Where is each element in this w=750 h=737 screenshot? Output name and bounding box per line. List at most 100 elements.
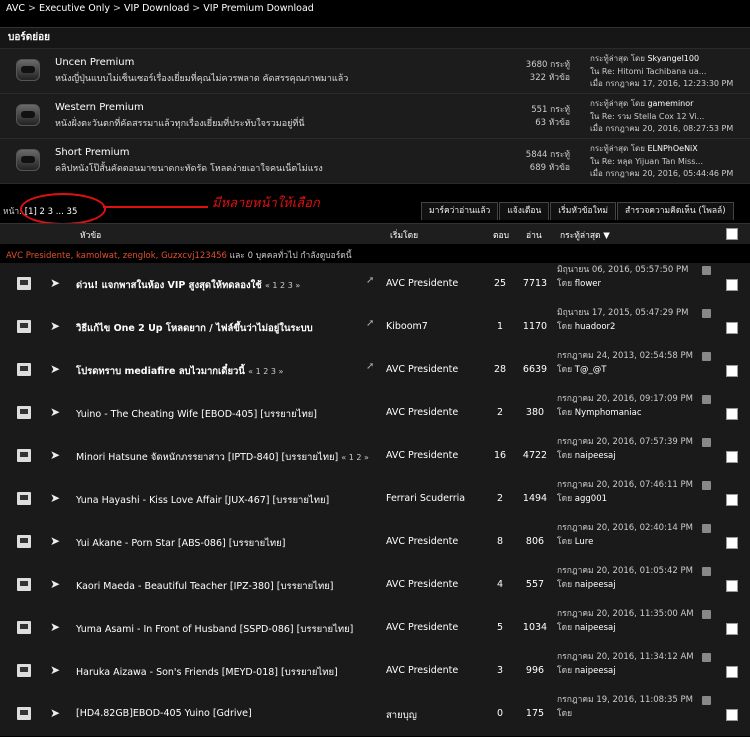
topic-pages[interactable]: « 1 2 3 » bbox=[248, 367, 283, 376]
last-post-user[interactable]: Skyangel100 bbox=[647, 54, 699, 63]
last-post-user[interactable]: naipeesaj bbox=[575, 623, 616, 633]
last-post-link-icon[interactable] bbox=[702, 266, 711, 275]
last-post-user[interactable]: agg001 bbox=[575, 494, 607, 504]
topic-title[interactable]: Yuino - The Cheating Wife [EBOD-405] [บร… bbox=[76, 409, 317, 420]
new-poll-button[interactable]: สำรวจความคิดเห็น (โพลล์) bbox=[617, 202, 734, 220]
annotation-circle bbox=[20, 193, 106, 225]
viewing-user-list[interactable]: AVC Presidente, kamolwat, zenglok, Guzxc… bbox=[6, 251, 227, 261]
topic-starter[interactable]: Ferrari Scuderria bbox=[386, 493, 465, 504]
topic-row[interactable]: ➤ Yui Akane - Porn Star [ABS-086] [บรรยาย… bbox=[0, 521, 750, 565]
topic-row[interactable]: ➤ Yuino - The Cheating Wife [EBOD-405] [บ… bbox=[0, 392, 750, 436]
topic-starter[interactable]: AVC Presidente bbox=[386, 407, 458, 418]
topic-checkbox[interactable] bbox=[726, 666, 738, 678]
topic-title[interactable]: ด่วน! แจกพาสในห้อง VIP สูงสุดให้ทดลองใช้ bbox=[76, 280, 262, 291]
last-post-link-icon[interactable] bbox=[702, 481, 711, 490]
last-post-link-icon[interactable] bbox=[702, 395, 711, 404]
last-post-user[interactable]: huadoor2 bbox=[575, 322, 616, 332]
last-post-link-icon[interactable] bbox=[702, 696, 711, 705]
topic-starter[interactable]: สายบุญ bbox=[386, 708, 417, 723]
topic-checkbox[interactable] bbox=[726, 537, 738, 549]
topic-starter[interactable]: Kiboom7 bbox=[386, 321, 428, 332]
topic-pages[interactable]: « 1 2 3 » bbox=[265, 281, 300, 290]
topic-title[interactable]: วิธีแก้ไข One 2 Up โหลดยาก / ไฟล์ขึ้นว่า… bbox=[76, 323, 313, 334]
topic-checkbox[interactable] bbox=[726, 580, 738, 592]
select-all-checkbox[interactable] bbox=[726, 228, 738, 240]
breadcrumb-link[interactable]: AVC bbox=[6, 3, 25, 14]
last-post-topic[interactable]: ใน Re: หลุด Yijuan Tan Miss... bbox=[590, 156, 733, 169]
last-post-link-icon[interactable] bbox=[702, 567, 711, 576]
col-replies[interactable]: ตอบ bbox=[493, 228, 509, 242]
topic-checkbox[interactable] bbox=[726, 709, 738, 721]
last-post-topic[interactable]: ใน Re: รวม Stella Cox 12 Vi... bbox=[590, 111, 733, 124]
last-post-by: โดย huadoor2 bbox=[557, 321, 712, 335]
col-views[interactable]: อ่าน bbox=[526, 228, 542, 242]
topic-starter[interactable]: AVC Presidente bbox=[386, 665, 458, 676]
last-post-user[interactable]: Lure bbox=[575, 537, 594, 547]
topic-title[interactable]: Yuna Hayashi - Kiss Love Affair [JUX-467… bbox=[76, 495, 329, 506]
last-post-user[interactable]: Nymphomaniac bbox=[575, 408, 642, 418]
topic-row[interactable]: ➤ [HD4.82GB]EBOD-405 Yuino [Gdrive] สายบุ… bbox=[0, 693, 750, 737]
subforum-name[interactable]: Uncen Premium bbox=[55, 57, 134, 68]
last-post-user[interactable]: naipeesaj bbox=[575, 451, 616, 461]
last-post-link-icon[interactable] bbox=[702, 653, 711, 662]
topic-title[interactable]: Minori Hatsune จัดหนักภรรยาสาว [IPTD-840… bbox=[76, 452, 338, 463]
view-count: 380 bbox=[525, 407, 545, 418]
last-post-link-icon[interactable] bbox=[702, 610, 711, 619]
last-post-user[interactable]: naipeesaj bbox=[575, 580, 616, 590]
mark-read-button[interactable]: มาร์คว่าอ่านแล้ว bbox=[421, 202, 499, 220]
breadcrumb-link[interactable]: VIP Download bbox=[124, 3, 189, 14]
topic-row[interactable]: ➤ โปรดทราบ mediafire ลบไวมากเดี๋ยวนี้ « 1… bbox=[0, 349, 750, 393]
last-post-info: กรกฎาคม 24, 2013, 02:54:58 PM โดย T@_@T bbox=[557, 350, 712, 377]
last-post-user[interactable]: ELNPhOeNiX bbox=[647, 144, 697, 153]
post-count: 551 กระทู้ bbox=[531, 105, 570, 115]
last-post-link-icon[interactable] bbox=[702, 309, 711, 318]
topic-starter[interactable]: AVC Presidente bbox=[386, 364, 458, 375]
topic-checkbox[interactable] bbox=[726, 451, 738, 463]
topic-row[interactable]: ➤ ด่วน! แจกพาสในห้อง VIP สูงสุดให้ทดลองใช… bbox=[0, 263, 750, 307]
breadcrumb-link[interactable]: Executive Only bbox=[39, 3, 110, 14]
notify-button[interactable]: แจ้งเตือน bbox=[499, 202, 550, 220]
topic-starter[interactable]: AVC Presidente bbox=[386, 536, 458, 547]
topic-starter[interactable]: AVC Presidente bbox=[386, 450, 458, 461]
col-subject[interactable]: หัวข้อ bbox=[80, 228, 101, 242]
breadcrumb-link[interactable]: VIP Premium Download bbox=[203, 3, 314, 14]
topic-title[interactable]: Yui Akane - Porn Star [ABS-086] [บรรยายไ… bbox=[76, 538, 285, 549]
subforum-name[interactable]: Short Premium bbox=[55, 147, 130, 158]
topic-title[interactable]: Haruka Aizawa - Son's Friends [MEYD-018]… bbox=[76, 667, 338, 678]
topic-row[interactable]: ➤ Minori Hatsune จัดหนักภรรยาสาว [IPTD-84… bbox=[0, 435, 750, 479]
subforum-desc: หนังญี่ปุ่นแบบไม่เซ็นเซอร์เรื่องเยี่ยมที… bbox=[55, 74, 349, 84]
topic-checkbox[interactable] bbox=[726, 365, 738, 377]
topic-starter[interactable]: AVC Presidente bbox=[386, 579, 458, 590]
topic-checkbox[interactable] bbox=[726, 322, 738, 334]
topic-status-icon bbox=[17, 320, 31, 333]
topic-checkbox[interactable] bbox=[726, 623, 738, 635]
subforum-name[interactable]: Western Premium bbox=[55, 102, 144, 113]
col-last-post[interactable]: กระทู้ล่าสุด ▼ bbox=[560, 228, 610, 242]
last-post-user[interactable]: gameminor bbox=[647, 99, 693, 108]
topic-row[interactable]: ➤ Yuna Hayashi - Kiss Love Affair [JUX-46… bbox=[0, 478, 750, 522]
topic-title[interactable]: Kaori Maeda - Beautiful Teacher [IPZ-380… bbox=[76, 581, 334, 592]
topic-checkbox[interactable] bbox=[726, 279, 738, 291]
topic-starter[interactable]: AVC Presidente bbox=[386, 278, 458, 289]
topic-row[interactable]: ➤ Kaori Maeda - Beautiful Teacher [IPZ-38… bbox=[0, 564, 750, 608]
topic-row[interactable]: ➤ วิธีแก้ไข One 2 Up โหลดยาก / ไฟล์ขึ้นว่… bbox=[0, 306, 750, 350]
last-post-link-icon[interactable] bbox=[702, 524, 711, 533]
last-post-by: โดย naipeesaj bbox=[557, 579, 712, 593]
last-post-user[interactable]: flower bbox=[575, 279, 601, 289]
last-post-link-icon[interactable] bbox=[702, 438, 711, 447]
last-post-user[interactable]: naipeesaj bbox=[575, 666, 616, 676]
topic-row[interactable]: ➤ Yuma Asami - In Front of Husband [SSPD-… bbox=[0, 607, 750, 651]
topic-pages[interactable]: « 1 2 » bbox=[341, 453, 369, 462]
topic-title[interactable]: โปรดทราบ mediafire ลบไวมากเดี๋ยวนี้ bbox=[76, 366, 245, 377]
topic-checkbox[interactable] bbox=[726, 494, 738, 506]
last-post-topic[interactable]: ใน Re: Hitomi Tachibana ua... bbox=[590, 66, 733, 79]
new-topic-button[interactable]: เริ่มหัวข้อใหม่ bbox=[550, 202, 617, 220]
topic-checkbox[interactable] bbox=[726, 408, 738, 420]
topic-title[interactable]: [HD4.82GB]EBOD-405 Yuino [Gdrive] bbox=[76, 708, 252, 719]
topic-title[interactable]: Yuma Asami - In Front of Husband [SSPD-0… bbox=[76, 624, 353, 635]
last-post-user[interactable]: T@_@T bbox=[575, 365, 607, 375]
topic-starter[interactable]: AVC Presidente bbox=[386, 622, 458, 633]
col-starter[interactable]: เริ่มโดย bbox=[390, 228, 418, 242]
topic-row[interactable]: ➤ Haruka Aizawa - Son's Friends [MEYD-018… bbox=[0, 650, 750, 694]
last-post-link-icon[interactable] bbox=[702, 352, 711, 361]
